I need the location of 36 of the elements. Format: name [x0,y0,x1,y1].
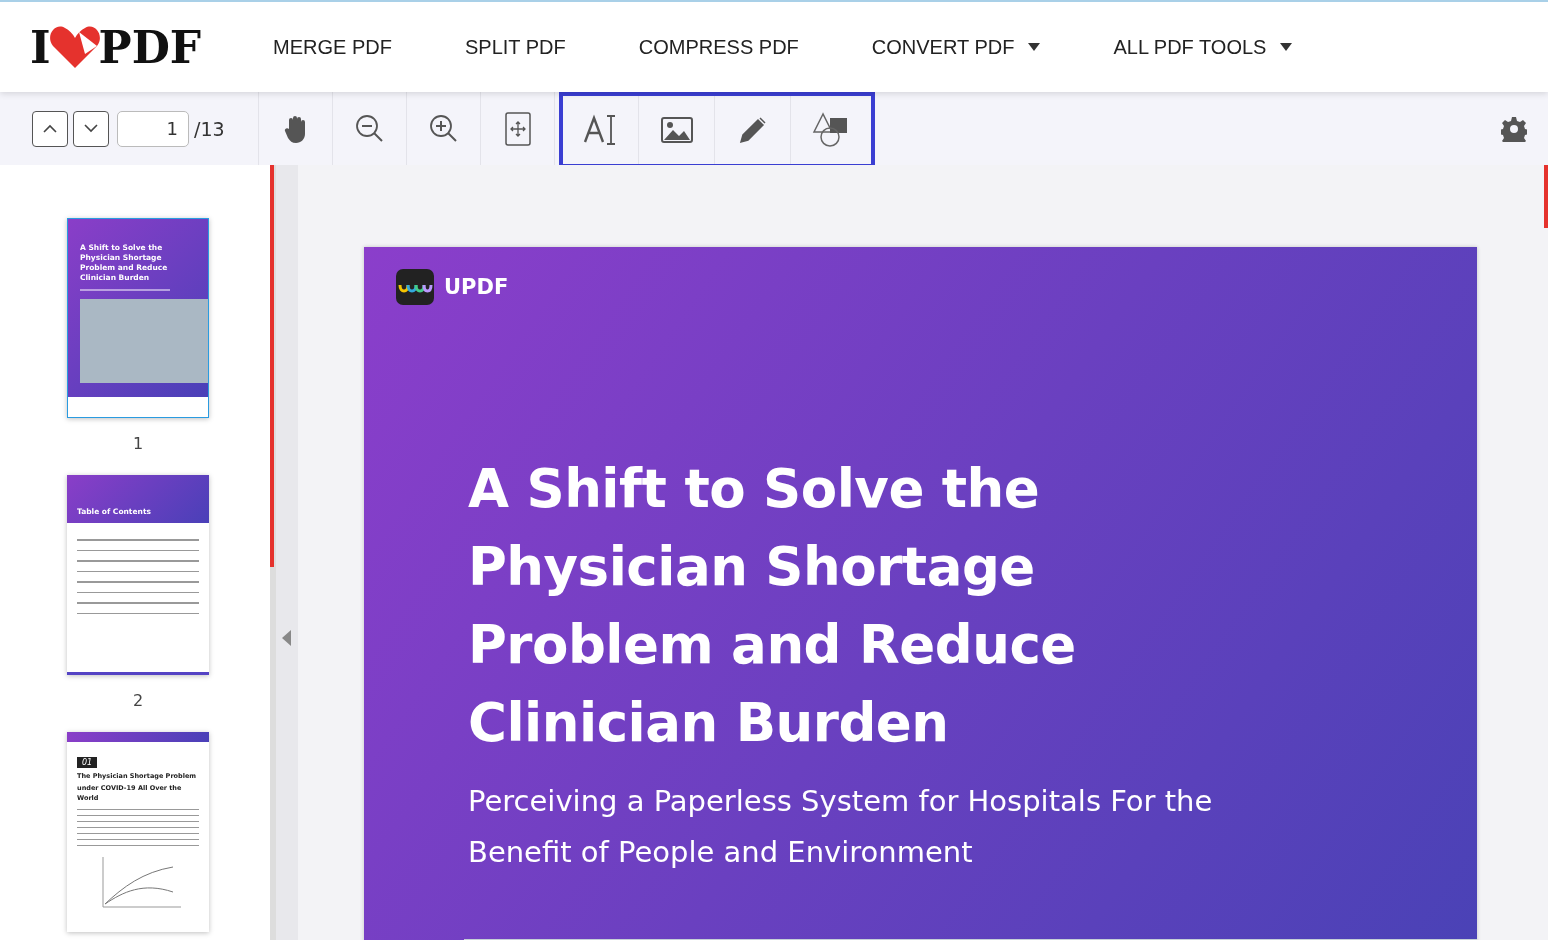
pencil-icon [738,116,767,144]
caret-icon [1280,43,1293,51]
nav-link[interactable]: MERGE PDF [273,35,392,59]
caret-icon [1028,43,1041,51]
collapse-arrow-icon[interactable] [282,629,292,646]
ilovepdf-logo[interactable]: I PDF [30,21,202,73]
settings-button[interactable] [1501,115,1527,142]
zoom-in-icon [428,113,459,144]
document-title: Clinician Burden [468,691,950,755]
brand-name: UPDF [444,275,509,299]
document-title: Problem and Reduce [468,613,1077,677]
previous-page-button[interactable] [32,110,68,147]
scrollbar-thumb[interactable] [1544,165,1548,228]
nav-link[interactable]: COMPRESS PDF [638,35,799,59]
page-number-label: 2 [132,691,144,710]
next-page-button[interactable] [73,110,109,147]
document-subtitle: Benefit of People and Environment [468,834,974,871]
shapes-icon [812,112,850,148]
settings-icon [1501,115,1527,142]
nav-link[interactable]: ALL PDF TOOLS [1113,35,1293,59]
move-icon [504,111,531,146]
nav-link[interactable]: SPLIT PDF [465,35,566,59]
nav-link[interactable]: CONVERT PDF [871,35,1041,59]
page-number-label: 1 [132,434,144,453]
document-title: Physician Shortage [468,535,1036,599]
updf-logo-icon [396,269,434,305]
zoom-out-icon [354,113,385,144]
chevron-up-icon [43,124,57,133]
page-number-field[interactable]: 1 [117,110,189,147]
document-title: A Shift to Solve the [468,457,1041,521]
chapter-number: 01 [77,757,98,768]
image-icon [660,117,693,143]
page-total: /13 [194,117,225,140]
scrollbar-thumb[interactable] [270,165,274,567]
chevron-down-icon [84,124,98,133]
document-subtitle: Perceiving a Paperless System for Hospitals For the [468,783,1214,820]
